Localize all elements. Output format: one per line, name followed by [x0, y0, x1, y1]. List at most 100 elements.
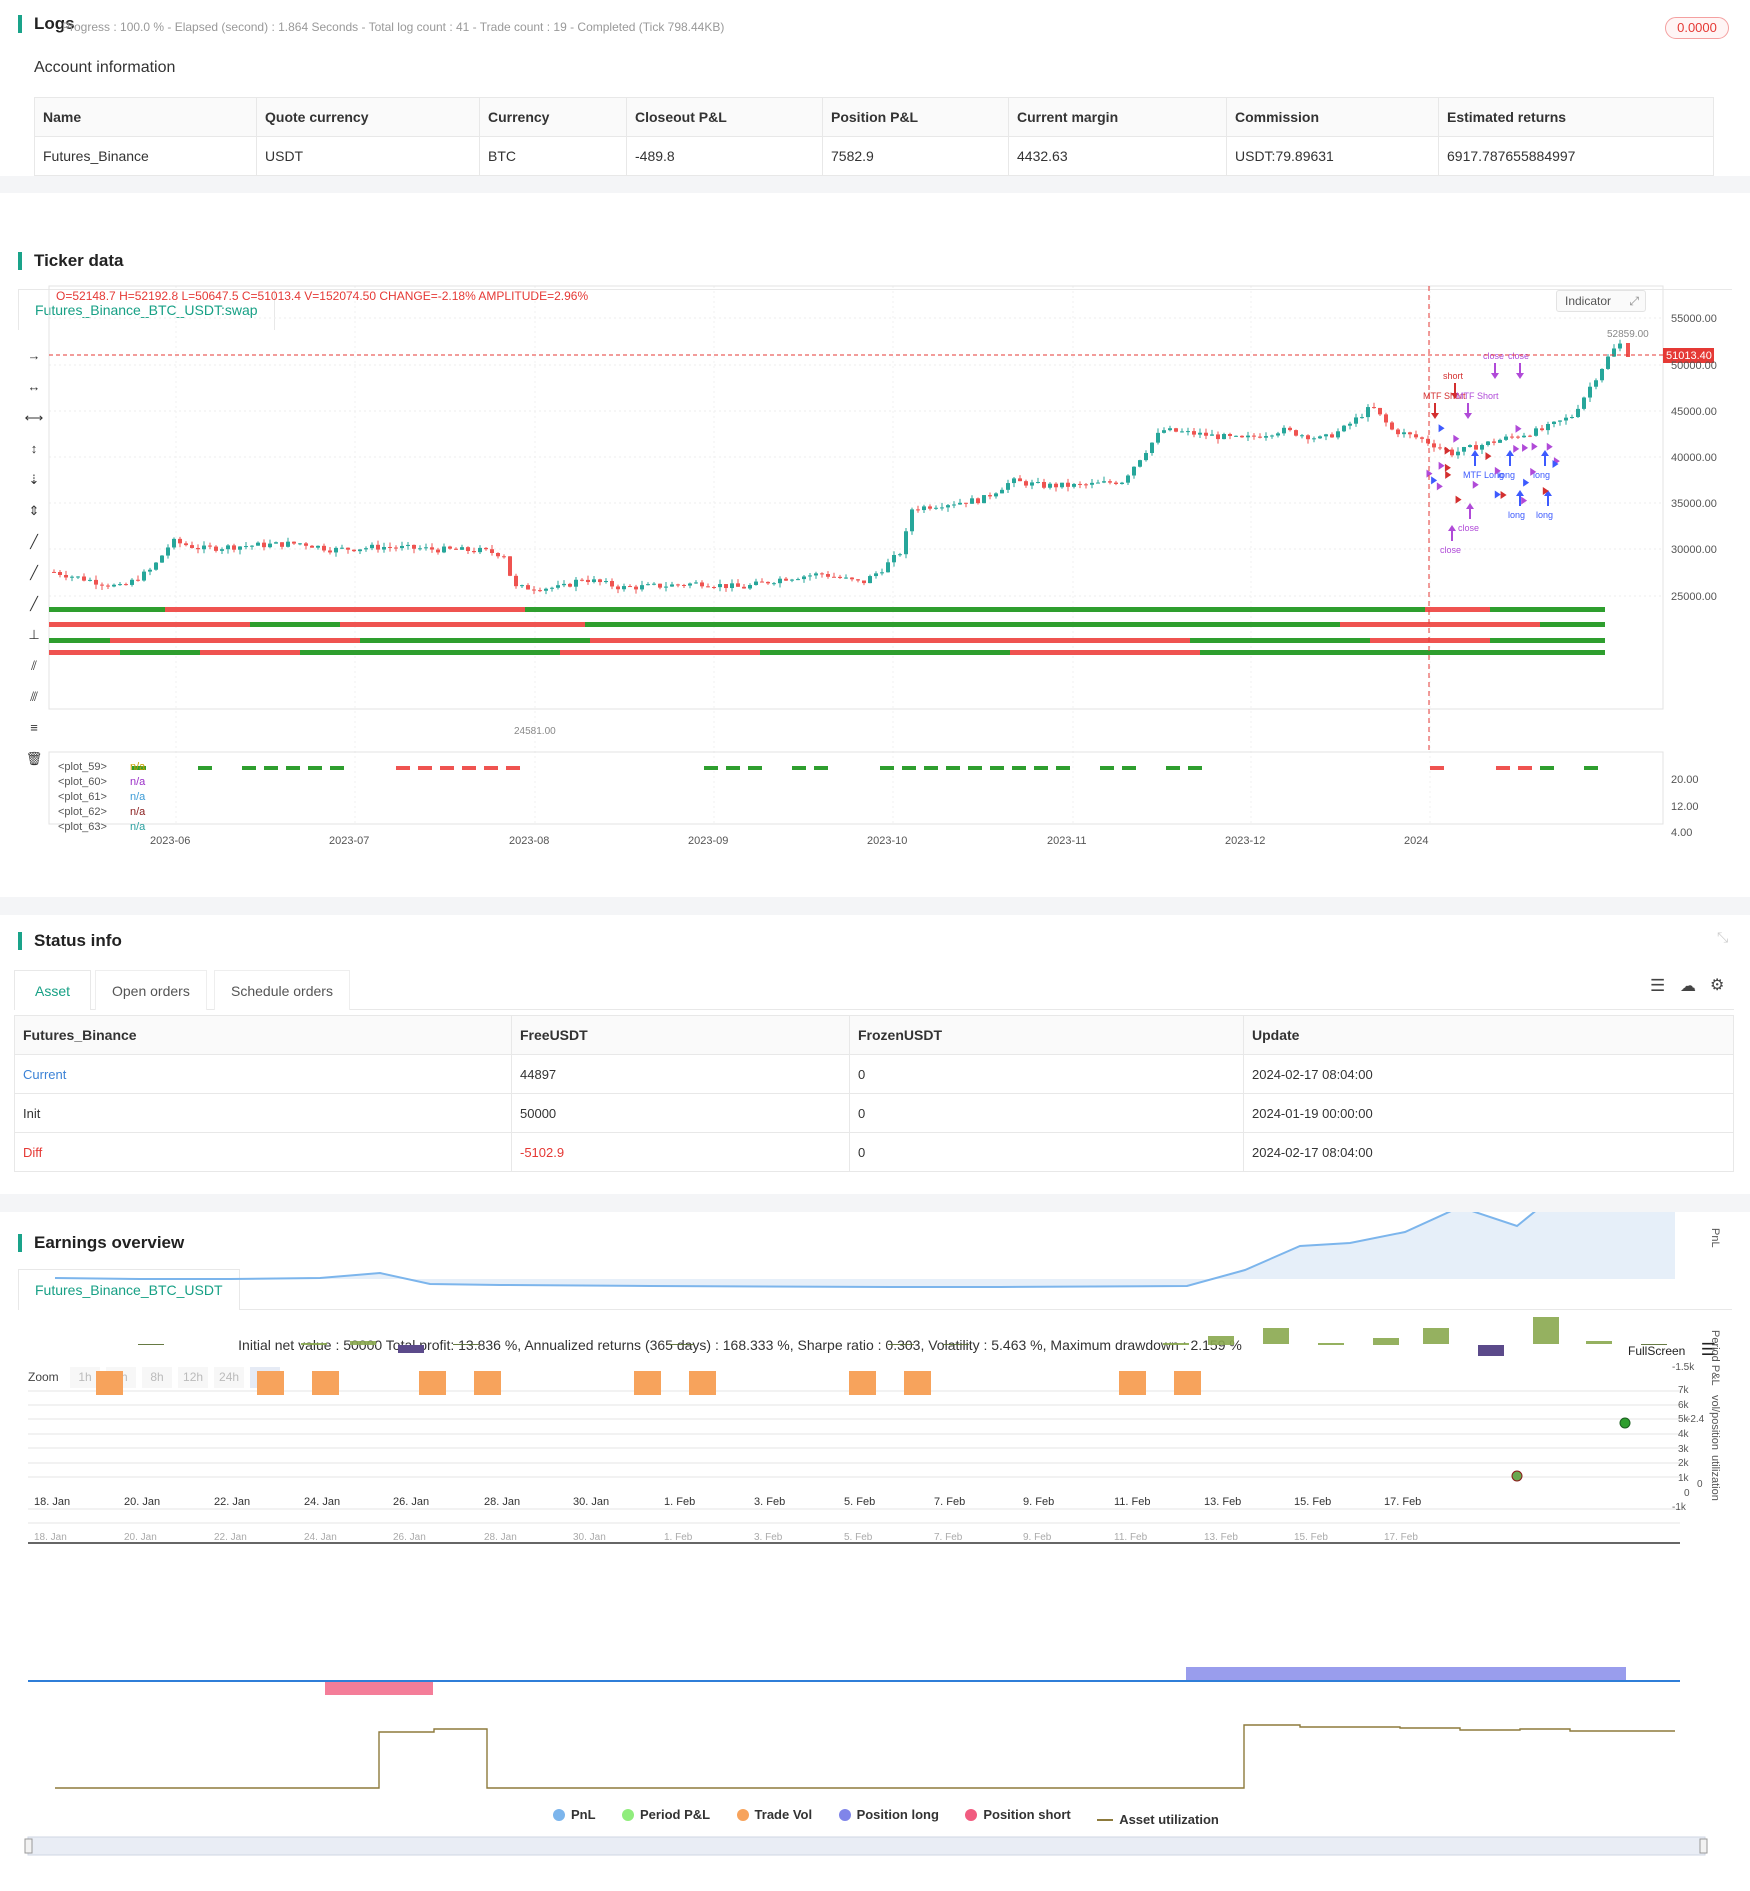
account-cell: BTC	[479, 136, 627, 176]
trade-flag	[1444, 446, 1451, 455]
candle-body	[580, 579, 584, 581]
tab-asset[interactable]: Asset	[14, 970, 91, 1010]
candle-body	[1396, 429, 1400, 435]
candle-body	[718, 584, 722, 588]
x-tick: 24. Jan	[304, 1496, 340, 1508]
candle-body	[448, 546, 452, 549]
indicator-segment	[264, 766, 278, 770]
indicator-segment	[1010, 650, 1200, 655]
candle-body	[1486, 441, 1490, 446]
candle-body	[1216, 434, 1220, 440]
candle-body	[1186, 431, 1190, 433]
plot-value: n/a	[130, 791, 146, 803]
candle-body	[1036, 481, 1040, 483]
legend-pnl[interactable]: PnL	[553, 1807, 596, 1822]
candle-body	[1534, 428, 1538, 436]
price-tick: 40000.00	[1671, 452, 1717, 464]
candle-body	[724, 584, 728, 589]
indicator-segment	[330, 766, 344, 770]
legend-position-long[interactable]: Position long	[838, 1807, 939, 1822]
candle-body	[556, 585, 560, 588]
candle-body	[1048, 483, 1052, 488]
candle-body	[1198, 432, 1202, 435]
earnings-chart: 7k6k5k4k3k2k1k0-1k-1.5k-2.40PnLPeriod P&…	[24, 1212, 1721, 1856]
pnl-tick: 0	[1684, 1488, 1690, 1499]
tab-schedule-orders[interactable]: Schedule orders	[214, 970, 350, 1010]
candle-body	[184, 543, 188, 546]
navigator-handle-left[interactable]	[24, 1838, 33, 1854]
candle-body	[784, 578, 788, 581]
legend-label: PnL	[571, 1807, 596, 1822]
gear-icon[interactable]: ⚙	[1710, 975, 1724, 995]
trade-vol-bar	[689, 1371, 716, 1395]
candle-body	[1264, 436, 1268, 438]
cloud-download-icon[interactable]: ☁	[1680, 976, 1696, 996]
candle-body	[1354, 417, 1358, 424]
navigator[interactable]	[27, 1836, 1706, 1856]
trade-arrow-head	[1541, 450, 1549, 456]
candle-body	[1462, 447, 1466, 452]
candle-body	[160, 555, 164, 563]
candle-body	[1498, 439, 1502, 443]
navigator-tick: 24. Jan	[304, 1532, 337, 1543]
candle-body	[484, 547, 488, 550]
candle-body	[1090, 482, 1094, 485]
legend-label: Asset utilization	[1119, 1812, 1219, 1827]
indicator-segment	[760, 650, 1010, 655]
period-pnl-bar	[1318, 1343, 1344, 1345]
candle-body	[1582, 397, 1586, 409]
x-tick: 5. Feb	[844, 1496, 875, 1508]
candle-body	[796, 579, 800, 581]
trade-arrow-head	[1466, 503, 1474, 509]
asset-col: Update	[1243, 1015, 1734, 1055]
navigator-handle-right[interactable]	[1699, 1838, 1708, 1854]
collapse-icon[interactable]: ⤡	[1717, 929, 1728, 946]
plot-label: <plot_59>	[58, 761, 107, 773]
legend-dot	[622, 1808, 635, 1821]
candle-body	[760, 581, 764, 583]
tab-open-orders[interactable]: Open orders	[95, 970, 207, 1010]
candle-body	[892, 554, 896, 563]
asset-utilization-line	[55, 1724, 1675, 1789]
x-tick: 3. Feb	[754, 1496, 785, 1508]
candle-body	[814, 573, 818, 576]
indicator-pane-border	[48, 751, 1664, 825]
candle-body	[1108, 481, 1112, 483]
candle-body	[220, 549, 224, 551]
candle-body	[346, 547, 350, 550]
x-tick: 26. Jan	[393, 1496, 429, 1508]
candle-body	[1402, 432, 1406, 435]
candle-body	[730, 583, 734, 589]
indicator-segment	[484, 766, 498, 770]
candle-body	[298, 543, 302, 545]
period-pnl-bars	[138, 1317, 1667, 1356]
candle-body	[1408, 432, 1412, 435]
earnings-legend: PnL Period P&L Trade Vol Position long P…	[553, 1807, 1241, 1827]
candle-body	[280, 542, 284, 547]
candle-body	[352, 549, 356, 552]
navigator-ticks: 18. Jan 20. Jan 22. Jan 24. Jan 26. Jan 28. J…	[34, 1532, 1418, 1543]
legend-trade-vol[interactable]: Trade Vol	[736, 1807, 812, 1822]
candle-body	[400, 545, 404, 549]
candle-body	[1468, 445, 1472, 448]
row-label-current[interactable]: Current	[14, 1054, 512, 1094]
candle-body	[112, 584, 116, 587]
legend-position-short[interactable]: Position short	[965, 1807, 1071, 1822]
candle-body	[1222, 434, 1226, 440]
indicator-segment	[1490, 607, 1605, 612]
candle-body	[622, 586, 626, 590]
candle-body	[910, 509, 914, 532]
indicator-segment	[590, 638, 1190, 643]
candle-body	[772, 583, 776, 585]
candle-body	[1204, 432, 1208, 436]
candle-body	[550, 587, 554, 589]
candle-body	[1102, 481, 1106, 483]
pnl-tick: -1k	[1672, 1502, 1687, 1513]
legend-asset-utilization[interactable]: Asset utilization	[1097, 1812, 1219, 1827]
legend-period-pnl[interactable]: Period P&L	[622, 1807, 710, 1822]
list-icon[interactable]: ☰	[1650, 976, 1665, 996]
candle-body	[1282, 427, 1286, 434]
candle-body	[496, 552, 500, 557]
candle-body	[514, 575, 518, 587]
candle-body	[682, 584, 686, 586]
